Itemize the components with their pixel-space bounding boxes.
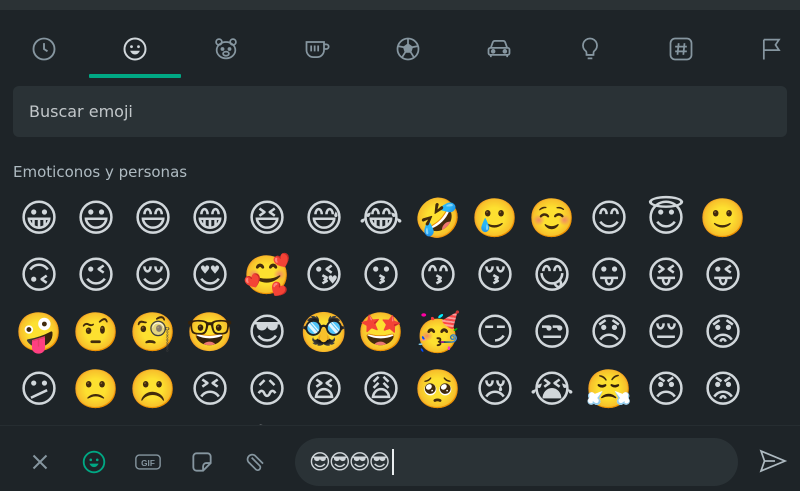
emoji[interactable]: 😃 — [70, 192, 122, 244]
emoji[interactable]: 😭 — [526, 363, 578, 415]
soccer-ball-icon — [396, 37, 420, 61]
tab-objects[interactable] — [555, 22, 625, 76]
emoji[interactable]: 🤪 — [13, 306, 65, 358]
selected-tab-indicator — [89, 74, 181, 78]
emoji[interactable]: 😟 — [697, 306, 749, 358]
emoji[interactable]: 🤩 — [355, 306, 407, 358]
emoji[interactable]: 😝 — [640, 249, 692, 301]
emoji[interactable]: 🙃 — [13, 249, 65, 301]
emoji[interactable]: 😍 — [184, 249, 236, 301]
emoji[interactable]: 🥸 — [298, 306, 350, 358]
message-text: 😎😎😎😎 — [309, 450, 391, 474]
composer-bar: GIF 😎😎😎😎 — [0, 425, 800, 491]
emoji[interactable]: 😢 — [469, 363, 521, 415]
lightbulb-icon — [582, 37, 598, 60]
emoji[interactable]: 😆 — [241, 192, 293, 244]
emoji-button[interactable] — [78, 446, 110, 478]
emoji[interactable]: 😚 — [469, 249, 521, 301]
emoji[interactable]: 😉 — [70, 249, 122, 301]
emoji[interactable]: 🤓 — [184, 306, 236, 358]
emoji[interactable]: 😌 — [127, 249, 179, 301]
emoji[interactable]: 🥺 — [412, 363, 464, 415]
clock-icon — [32, 37, 56, 61]
gif-button[interactable]: GIF — [132, 446, 164, 478]
emoji[interactable]: 😅 — [298, 192, 350, 244]
emoji[interactable]: 😩 — [355, 363, 407, 415]
emoji-grid: 😀 😃 😄 😁 😆 😅 😂 🤣 🥲 ☺️ 😊 😇 🙂 🙃 😉 😌 😍 🥰 😘 😗… — [13, 192, 793, 435]
bear-icon — [215, 38, 237, 60]
tab-food[interactable] — [282, 22, 352, 76]
send-icon — [759, 449, 788, 473]
emoji[interactable]: 🤨 — [70, 306, 122, 358]
emoji[interactable]: 🤣 — [412, 192, 464, 244]
emoji[interactable]: 😁 — [184, 192, 236, 244]
close-button[interactable] — [24, 446, 56, 478]
gif-icon: GIF — [135, 454, 161, 470]
emoji[interactable]: 🥲 — [469, 192, 521, 244]
car-icon — [487, 39, 511, 58]
emoji[interactable]: 😤 — [583, 363, 635, 415]
emoji[interactable]: 😜 — [697, 249, 749, 301]
smiley-icon — [82, 450, 106, 474]
emoji[interactable]: 😄 — [127, 192, 179, 244]
cup-icon — [305, 41, 330, 59]
gif-label: GIF — [141, 459, 155, 468]
emoji[interactable]: ☺️ — [526, 192, 578, 244]
emoji[interactable]: 😎 — [241, 306, 293, 358]
emoji[interactable]: 😙 — [412, 249, 464, 301]
tab-travel[interactable] — [464, 22, 534, 76]
emoji[interactable]: 😏 — [469, 306, 521, 358]
close-icon — [32, 454, 48, 470]
emoji[interactable]: 🥳 — [412, 306, 464, 358]
attach-button[interactable] — [240, 446, 272, 478]
sticker-button[interactable] — [186, 446, 218, 478]
emoji[interactable]: 😀 — [13, 192, 65, 244]
hashtag-icon — [669, 37, 693, 61]
emoji[interactable]: 😒 — [526, 306, 578, 358]
emoji[interactable]: 😖 — [241, 363, 293, 415]
tab-flags[interactable] — [737, 22, 800, 76]
emoji[interactable]: 😘 — [298, 249, 350, 301]
smiley-icon — [123, 37, 147, 61]
emoji[interactable]: 😛 — [583, 249, 635, 301]
emoji[interactable]: 🥰 — [241, 249, 293, 301]
emoji[interactable]: 😗 — [355, 249, 407, 301]
emoji[interactable]: 😠 — [640, 363, 692, 415]
emoji-search-box — [13, 86, 787, 137]
text-caret — [391, 449, 394, 475]
emoji[interactable]: 😋 — [526, 249, 578, 301]
category-tabs — [0, 22, 800, 80]
emoji[interactable]: 😕 — [13, 363, 65, 415]
emoji[interactable]: 😔 — [640, 306, 692, 358]
flag-icon — [762, 38, 781, 60]
emoji-picker-panel: Emoticonos y personas 😀 😃 😄 😁 😆 😅 😂 🤣 🥲 … — [0, 10, 800, 435]
tab-animals[interactable] — [191, 22, 261, 76]
emoji[interactable]: 😣 — [184, 363, 236, 415]
emoji[interactable]: 🙁 — [70, 363, 122, 415]
emoji[interactable]: 😫 — [298, 363, 350, 415]
emoji[interactable]: ☹️ — [127, 363, 179, 415]
top-edge-strip — [0, 0, 800, 10]
send-button[interactable] — [758, 448, 794, 478]
emoji[interactable]: 🧐 — [127, 306, 179, 358]
emoji[interactable]: 😇 — [640, 192, 692, 244]
emoji[interactable]: 😂 — [355, 192, 407, 244]
emoji-search-input[interactable] — [29, 102, 787, 121]
message-input[interactable]: 😎😎😎😎 — [295, 438, 738, 486]
emoji[interactable]: 🙂 — [697, 192, 749, 244]
emoji[interactable]: 😡 — [697, 363, 749, 415]
tab-activity[interactable] — [373, 22, 443, 76]
paperclip-icon — [246, 453, 264, 471]
section-title: Emoticonos y personas — [13, 163, 188, 181]
emoji[interactable]: 😊 — [583, 192, 635, 244]
tab-smileys[interactable] — [100, 22, 170, 76]
tab-symbols[interactable] — [646, 22, 716, 76]
emoji[interactable]: 😞 — [583, 306, 635, 358]
sticker-icon — [192, 452, 212, 472]
tab-recent[interactable] — [9, 22, 79, 76]
